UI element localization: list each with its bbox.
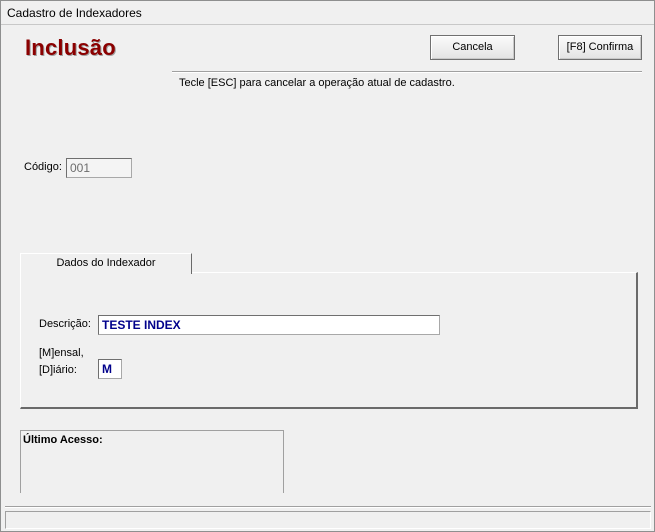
tab-joint — [21, 272, 191, 274]
confirm-button[interactable]: [F8] Confirma — [558, 35, 642, 60]
cancel-button-label: Cancela — [452, 41, 493, 53]
footer-divider — [5, 506, 651, 508]
type-label-diario: [D]iário: — [39, 364, 77, 376]
app-window: Cadastro de Indexadores Inclusão Cancela… — [0, 0, 655, 532]
mode-heading: Inclusão — [25, 35, 116, 60]
code-label: Código: — [24, 161, 62, 173]
status-bar — [5, 511, 651, 529]
header-divider — [172, 71, 642, 73]
title-bar: Cadastro de Indexadores — [1, 1, 654, 25]
window-title: Cadastro de Indexadores — [7, 6, 142, 20]
last-access-label: Último Acesso: — [23, 434, 103, 446]
description-field[interactable]: TESTE INDEX — [98, 315, 440, 335]
type-label-mensal: [M]ensal, — [39, 347, 84, 359]
period-type-field[interactable]: M — [98, 359, 122, 379]
cancel-button[interactable]: Cancela — [430, 35, 515, 60]
code-field[interactable]: 001 — [66, 158, 132, 178]
description-label: Descrição: — [39, 318, 91, 330]
tab-panel — [20, 272, 638, 409]
instruction-text: Tecle [ESC] para cancelar a operação atu… — [179, 77, 455, 89]
tab-dados-indexador[interactable]: Dados do Indexador — [20, 253, 192, 274]
confirm-button-label: [F8] Confirma — [566, 41, 634, 53]
